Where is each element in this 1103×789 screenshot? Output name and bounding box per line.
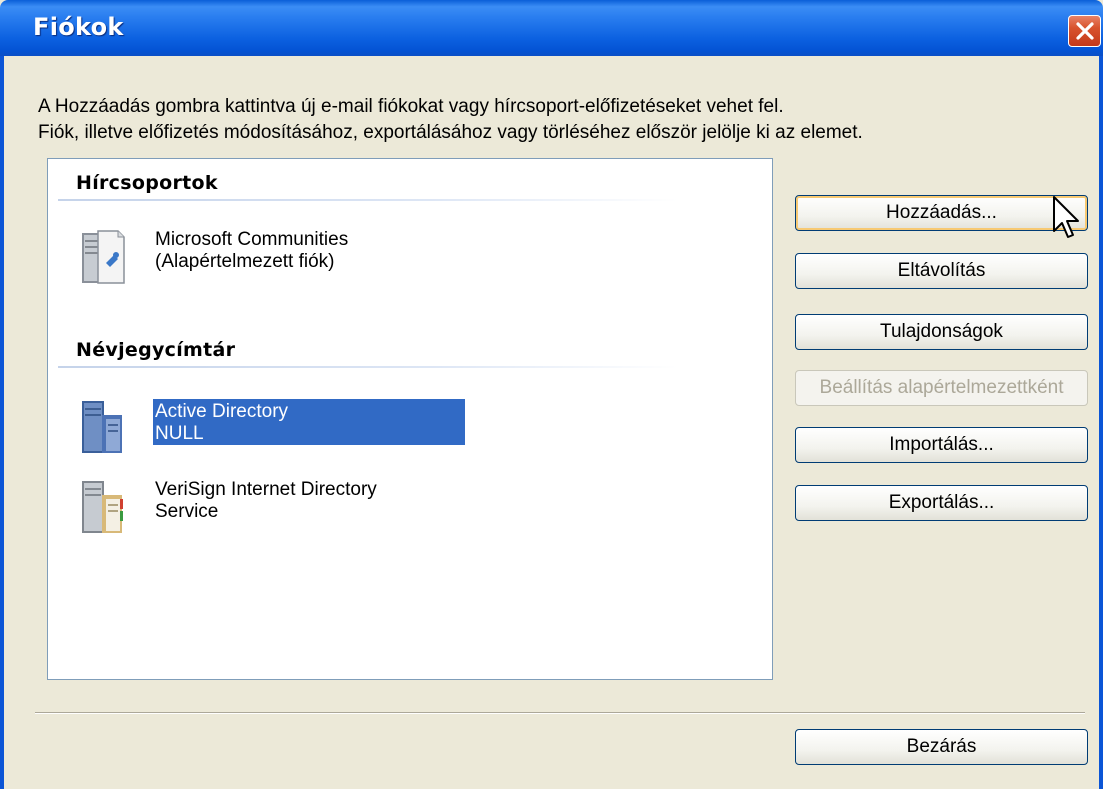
remove-button[interactable]: Eltávolítás <box>795 253 1088 289</box>
description-line-1: A Hozzáadás gombra kattintva új e-mail f… <box>38 96 784 117</box>
accounts-dialog: Fiókok A Hozzáadás gombra kattintva új e… <box>0 0 1103 789</box>
window-frame-right <box>1099 56 1103 789</box>
set-default-button[interactable]: Beállítás alapértelmezettként <box>795 370 1088 406</box>
item-subtitle: (Alapértelmezett fiók) <box>155 251 335 272</box>
description-line-2: Fiók, illetve előfizetés módosításához, … <box>38 122 863 143</box>
group-header-newsgroups: Hírcsoportok <box>76 172 218 194</box>
window-title: Fiókok <box>33 13 124 41</box>
close-window-button[interactable] <box>1068 15 1101 47</box>
title-bar[interactable]: Fiókok <box>0 0 1103 56</box>
item-subtitle: NULL <box>155 423 204 444</box>
add-button[interactable]: Hozzáadás... <box>795 195 1088 231</box>
accounts-list[interactable]: Hírcsoportok Microsoft Communities (Alap… <box>47 158 773 680</box>
separator-line <box>35 712 1085 714</box>
close-button[interactable]: Bezárás <box>795 729 1088 765</box>
window-frame-left <box>0 56 4 789</box>
list-item-label: Microsoft Communities (Alapértelmezett f… <box>153 227 350 275</box>
item-name: VeriSign Internet Directory <box>155 479 377 500</box>
item-subtitle: Service <box>155 501 219 522</box>
directory-server-icon <box>82 401 122 453</box>
item-name: Microsoft Communities <box>155 229 349 250</box>
item-name: Active Directory <box>155 401 289 422</box>
group-header-directory: Névjegycímtár <box>76 339 236 361</box>
properties-button[interactable]: Tulajdonságok <box>795 314 1088 350</box>
export-button[interactable]: Exportálás... <box>795 485 1088 521</box>
description-text: A Hozzáadás gombra kattintva új e-mail f… <box>38 94 863 146</box>
list-item-label: Active Directory NULL <box>153 399 465 445</box>
group-divider <box>58 366 678 368</box>
mouse-pointer-icon <box>1053 196 1079 238</box>
newsgroup-server-icon <box>82 230 125 284</box>
close-icon <box>1076 22 1094 40</box>
group-divider <box>58 199 678 201</box>
directory-server-icon <box>82 481 123 533</box>
list-item-label: VeriSign Internet Directory Service <box>153 477 379 525</box>
import-button[interactable]: Importálás... <box>795 427 1088 463</box>
